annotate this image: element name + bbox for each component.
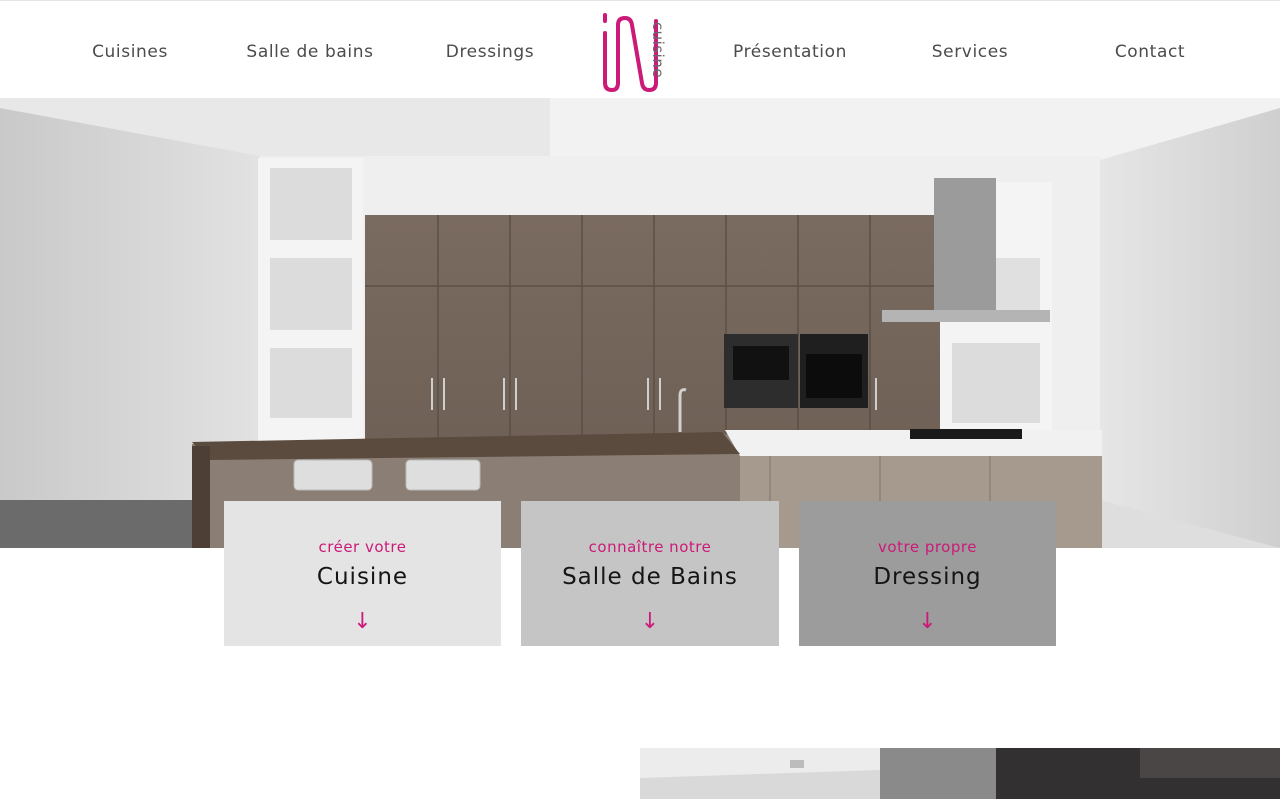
arrow-down-icon[interactable]: ↓ bbox=[521, 611, 779, 633]
card-salle-de-bains-subtitle: connaître notre bbox=[588, 538, 712, 556]
hero-kitchen-image bbox=[0, 98, 1280, 548]
card-cuisine[interactable]: créer votre Cuisine ↓ bbox=[224, 501, 501, 646]
card-salle-de-bains-title: Salle de Bains bbox=[562, 564, 738, 590]
card-dressing-subtitle: votre propre bbox=[878, 538, 977, 556]
nav-item-contact[interactable]: Contact bbox=[1060, 42, 1240, 62]
arrow-down-icon[interactable]: ↓ bbox=[799, 611, 1056, 633]
card-cuisine-title: Cuisine bbox=[316, 564, 409, 590]
card-salle-de-bains[interactable]: connaître notre Salle de Bains ↓ bbox=[521, 501, 779, 646]
bathroom-preview-image bbox=[640, 748, 1280, 799]
card-dressing-title: Dressing bbox=[873, 564, 982, 590]
nav-item-presentation[interactable]: Présentation bbox=[700, 42, 880, 62]
card-cuisine-subtitle: créer votre bbox=[318, 538, 407, 556]
nav-item-salle-de-bains[interactable]: Salle de bains bbox=[220, 42, 400, 62]
nav-item-services[interactable]: Services bbox=[880, 42, 1060, 62]
site-header: Cuisines Salle de bains Dressings Présen… bbox=[0, 0, 1280, 98]
nav-item-cuisines[interactable]: Cuisines bbox=[40, 42, 220, 62]
site-logo[interactable]: cuisine bbox=[596, 11, 688, 95]
arrow-down-icon[interactable]: ↓ bbox=[224, 611, 501, 633]
nav-item-dressings[interactable]: Dressings bbox=[400, 42, 580, 62]
card-dressing[interactable]: votre propre Dressing ↓ bbox=[799, 501, 1056, 646]
logo-word: cuisine bbox=[649, 21, 667, 79]
